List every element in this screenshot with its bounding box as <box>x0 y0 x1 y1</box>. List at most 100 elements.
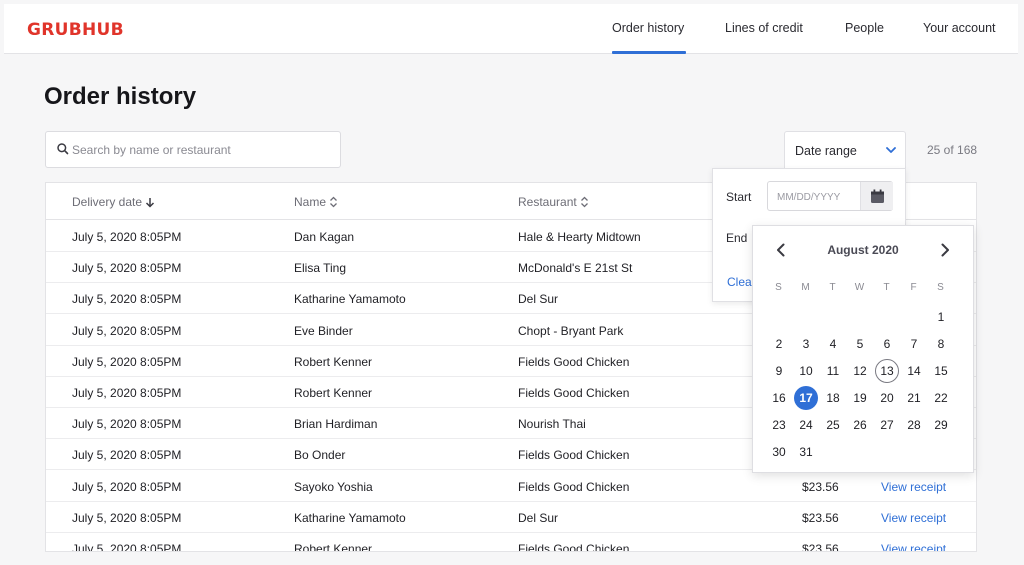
calendar-day[interactable]: 8 <box>929 332 953 356</box>
view-receipt-link[interactable]: View receipt <box>881 511 946 525</box>
calendar-day[interactable]: 21 <box>902 386 926 410</box>
calendar-day[interactable]: 23 <box>767 413 791 437</box>
nav-your-account[interactable]: Your account <box>923 21 996 35</box>
name-cell: Robert Kenner <box>294 386 373 400</box>
calendar-day[interactable]: 2 <box>767 332 791 356</box>
amount-cell: $23.56 <box>802 479 839 494</box>
calendar-day[interactable]: 3 <box>794 332 818 356</box>
start-date-input[interactable] <box>777 189 857 205</box>
calendar-day[interactable]: 6 <box>875 332 899 356</box>
calendar-day[interactable]: 10 <box>794 359 818 383</box>
sort-icon <box>330 196 337 208</box>
calendar-day[interactable]: 26 <box>848 413 872 437</box>
calendar-day[interactable]: 28 <box>902 413 926 437</box>
restaurant-cell: Chopt - Bryant Park <box>518 323 624 338</box>
results-count: 25 of 168 <box>927 143 978 157</box>
end-label: End <box>726 231 748 245</box>
clear-link[interactable]: Clea <box>727 275 752 289</box>
weekday-label: M <box>801 282 810 293</box>
start-label: Start <box>726 190 752 204</box>
calendar-day[interactable]: 11 <box>821 359 845 383</box>
restaurant-cell: Fields Good Chicken <box>518 542 630 552</box>
page-title: Order history <box>44 83 197 110</box>
calendar-day[interactable]: 31 <box>794 440 818 464</box>
calendar-day[interactable]: 14 <box>902 359 926 383</box>
calendar-day-selected[interactable]: 17 <box>794 386 818 410</box>
name-cell: Sayoko Yoshia <box>294 479 373 494</box>
calendar-day-today[interactable]: 13 <box>875 359 899 383</box>
delivery-date-cell: July 5, 2020 8:05PM <box>72 261 182 276</box>
name-cell: Katharine Yamamoto <box>294 292 406 307</box>
calendar-day[interactable]: 9 <box>767 359 791 383</box>
view-receipt-link[interactable]: View receipt <box>881 542 946 551</box>
nav-people[interactable]: People <box>845 21 884 35</box>
restaurant-cell: Fields Good Chicken <box>518 354 630 369</box>
calendar-day[interactable]: 18 <box>821 386 845 410</box>
name-cell: Dan Kagan <box>294 230 355 244</box>
calendar-day[interactable]: 25 <box>821 413 845 437</box>
delivery-date-cell: July 5, 2020 8:05PM <box>72 510 182 525</box>
amount-cell: $23.56 <box>802 510 839 525</box>
calendar-day[interactable]: 29 <box>929 413 953 437</box>
nav-lines-of-credit[interactable]: Lines of credit <box>725 21 803 35</box>
calendar-day[interactable]: 12 <box>848 359 872 383</box>
search-box[interactable] <box>45 131 341 168</box>
calendar-day[interactable]: 1 <box>929 305 953 329</box>
search-icon <box>57 143 69 155</box>
delivery-date-cell: July 5, 2020 8:05PM <box>72 230 182 244</box>
calendar-day[interactable]: 7 <box>902 332 926 356</box>
calendar-day[interactable]: 27 <box>875 413 899 437</box>
weekday-label: F <box>910 282 917 293</box>
search-input[interactable] <box>72 140 332 160</box>
calendar-day[interactable]: 5 <box>848 332 872 356</box>
delivery-date-cell: July 5, 2020 8:05PM <box>72 292 182 307</box>
start-date-field[interactable] <box>767 181 893 211</box>
column-header-restaurant[interactable]: Restaurant <box>518 195 589 209</box>
delivery-date-cell: July 5, 2020 8:05PM <box>72 386 182 400</box>
calendar-day[interactable]: 4 <box>821 332 845 356</box>
restaurant-cell: Del Sur <box>518 292 559 307</box>
grubhub-logo[interactable]: GRUBHUB <box>27 20 124 40</box>
weekday-label: W <box>854 282 865 293</box>
date-range-dropdown[interactable]: Date range <box>784 131 906 168</box>
name-cell: Robert Kenner <box>294 542 373 552</box>
calendar-button[interactable] <box>860 182 893 210</box>
column-header-label: Restaurant <box>518 195 577 209</box>
column-header-label: Name <box>294 195 327 209</box>
active-nav-indicator <box>612 51 686 54</box>
date-range-label: Date range <box>795 144 857 158</box>
view-receipt-link[interactable]: View receipt <box>881 480 946 494</box>
top-navigation-bar: GRUBHUB Order history Lines of credit Pe… <box>4 4 1018 54</box>
calendar-icon <box>871 189 884 203</box>
restaurant-cell: Hale & Hearty Midtown <box>518 230 641 244</box>
table-row[interactable]: July 5, 2020 8:05PM Sayoko Yoshia Fields G… <box>46 471 976 502</box>
restaurant-cell: McDonald's E 21st St <box>518 261 633 276</box>
calendar-day[interactable]: 24 <box>794 413 818 437</box>
delivery-date-cell: July 5, 2020 8:05PM <box>72 354 182 369</box>
delivery-date-cell: July 5, 2020 8:05PM <box>72 479 182 494</box>
restaurant-cell: Fields Good Chicken <box>518 448 630 463</box>
calendar-day[interactable]: 20 <box>875 386 899 410</box>
calendar-day[interactable]: 19 <box>848 386 872 410</box>
sort-icon <box>580 196 588 208</box>
calendar-day[interactable]: 30 <box>767 440 791 464</box>
restaurant-cell: Nourish Thai <box>518 417 586 432</box>
name-cell: Robert Kenner <box>294 354 373 369</box>
name-cell: Elisa Ting <box>294 261 347 276</box>
name-cell: Eve Binder <box>294 323 353 338</box>
restaurant-cell: Del Sur <box>518 510 559 525</box>
column-header-name[interactable]: Name <box>294 195 338 209</box>
column-header-delivery-date[interactable]: Delivery date <box>72 195 155 209</box>
weekday-label: S <box>775 282 782 293</box>
column-header-label: Delivery date <box>72 195 143 209</box>
chevron-down-icon <box>886 147 896 153</box>
calendar-day[interactable]: 16 <box>767 386 791 410</box>
nav-order-history[interactable]: Order history <box>612 21 684 35</box>
arrow-down-icon <box>146 198 155 208</box>
table-row[interactable]: July 5, 2020 8:05PM Robert Kenner Fields G… <box>46 533 976 552</box>
calendar-day[interactable]: 15 <box>929 359 953 383</box>
calendar-day[interactable]: 22 <box>929 386 953 410</box>
name-cell: Katharine Yamamoto <box>294 510 406 525</box>
table-row[interactable]: July 5, 2020 8:05PM Katharine Yamamoto Del… <box>46 502 976 533</box>
chevron-right-icon[interactable] <box>937 242 953 258</box>
